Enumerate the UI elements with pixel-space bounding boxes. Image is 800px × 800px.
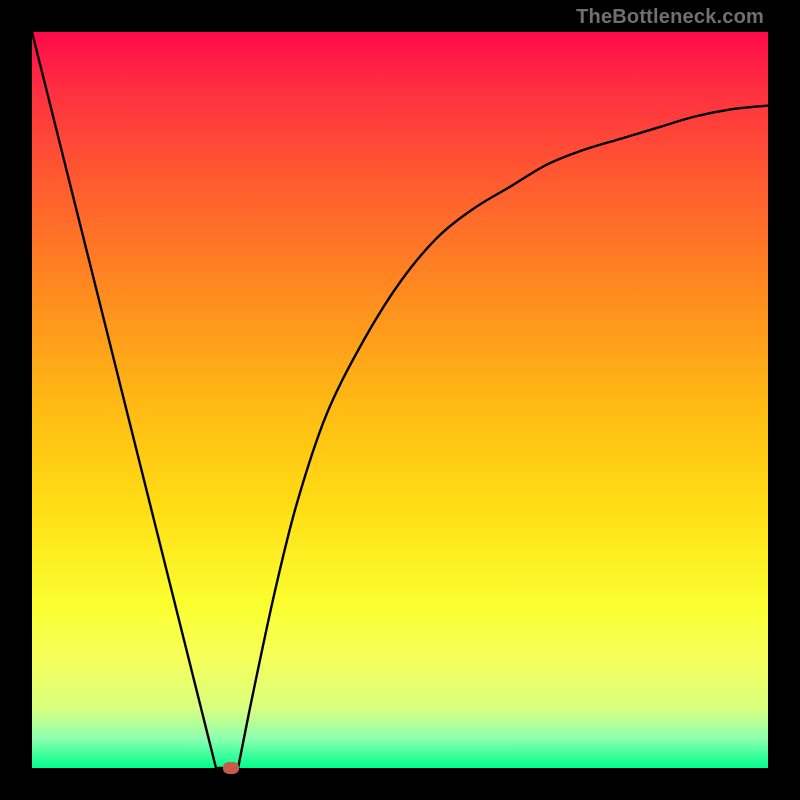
watermark-label: TheBottleneck.com — [576, 6, 764, 29]
curve-path — [32, 32, 768, 768]
optimal-point-marker — [223, 762, 239, 774]
plot-area — [32, 32, 768, 768]
bottleneck-curve — [32, 32, 768, 768]
chart-frame: TheBottleneck.com — [0, 0, 800, 800]
